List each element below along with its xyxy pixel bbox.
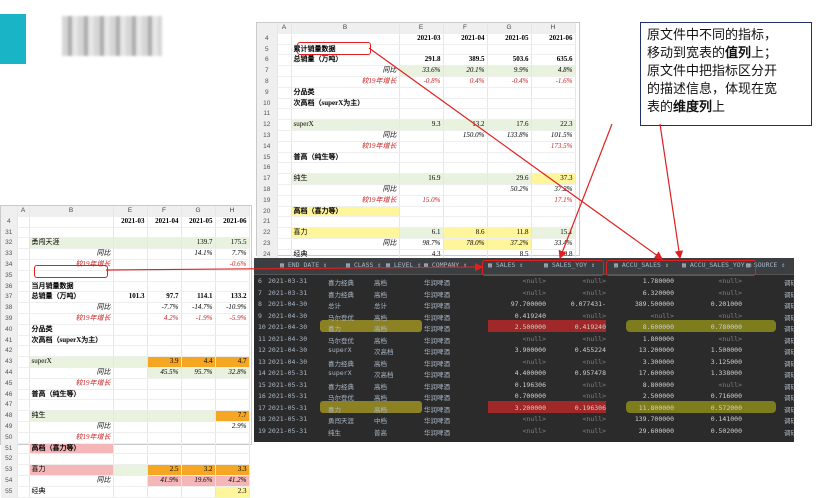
cell-a xyxy=(17,443,30,455)
sheet-row: 54 同比 41.9% 19.6% 41.2% xyxy=(1,475,250,487)
row-number: 53 xyxy=(1,464,18,476)
cell-e xyxy=(113,475,148,487)
cell-h: 41.2% xyxy=(215,475,250,487)
cell-h: 2.3 xyxy=(215,486,250,498)
row-number: 51 xyxy=(1,443,18,455)
cell-a xyxy=(17,486,30,498)
row-number: 52 xyxy=(1,453,18,466)
cell-e xyxy=(113,453,148,466)
cell-h xyxy=(215,453,250,466)
cell-label: 同比 xyxy=(29,475,114,487)
sheet-row: 53 喜力 2.5 3.2 3.3 xyxy=(1,464,250,476)
cell-a xyxy=(17,475,30,487)
cell-label: 高档（喜力等） xyxy=(29,443,114,455)
cell-h xyxy=(215,443,250,455)
cell-a xyxy=(17,464,30,476)
row-number: 55 xyxy=(1,486,18,498)
cell-g: 19.6% xyxy=(181,475,216,487)
sheet-row: 55 经典 2.3 xyxy=(1,486,250,498)
sheet-row: 52 xyxy=(1,453,250,466)
cell-label xyxy=(29,453,114,466)
row-number: 54 xyxy=(1,475,18,487)
cell-label: 喜力 xyxy=(29,464,114,476)
cell-h: 3.3 xyxy=(215,464,250,476)
cell-e xyxy=(113,464,148,476)
arrow-cumulative xyxy=(368,47,663,260)
cell-f xyxy=(147,453,182,466)
cell-g xyxy=(181,443,216,455)
cell-f xyxy=(147,443,182,455)
arrow-overlay xyxy=(105,47,684,272)
cell-g: 3.2 xyxy=(181,464,216,476)
cell-e xyxy=(113,443,148,455)
arrow-note-accu xyxy=(659,123,684,260)
sheet-row: 51 高档（喜力等） xyxy=(1,443,250,455)
cell-e xyxy=(113,486,148,498)
cell-label: 经典 xyxy=(29,486,114,498)
arrow-monthly xyxy=(105,262,484,272)
cell-f xyxy=(147,486,182,498)
cell-f: 2.5 xyxy=(147,464,182,476)
cell-a xyxy=(17,453,30,466)
cell-f: 41.9% xyxy=(147,475,182,487)
cell-g xyxy=(181,453,216,466)
cell-g xyxy=(181,486,216,498)
